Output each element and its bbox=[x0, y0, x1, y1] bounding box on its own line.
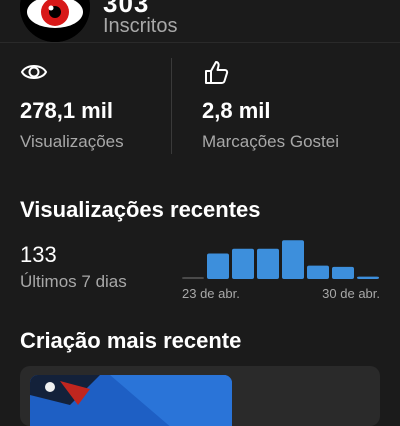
views-stat[interactable]: 278,1 mil Visualizações bbox=[20, 58, 124, 151]
channel-avatar[interactable] bbox=[20, 0, 90, 42]
thumbnail-image bbox=[30, 375, 232, 426]
chart-bar bbox=[182, 277, 204, 279]
likes-stat[interactable]: 2,8 mil Marcações Gostei bbox=[202, 58, 339, 151]
views-label: Visualizações bbox=[20, 132, 124, 151]
chart-bar bbox=[307, 265, 329, 279]
recent-views-chart[interactable]: 23 de abr. 30 de abr. bbox=[180, 232, 382, 304]
header-divider bbox=[0, 42, 400, 43]
subscriber-label: Inscritos bbox=[103, 15, 178, 37]
video-thumbnail[interactable] bbox=[30, 375, 232, 426]
thumbs-up-icon bbox=[205, 61, 229, 84]
stats-divider bbox=[171, 58, 172, 154]
recent-views-title[interactable]: Visualizações recentes bbox=[20, 197, 261, 223]
likes-label: Marcações Gostei bbox=[202, 132, 339, 151]
chart-bar bbox=[232, 248, 254, 279]
recent-views-count: 133 bbox=[20, 242, 57, 267]
recent-views-period: Últimos 7 dias bbox=[20, 272, 127, 291]
latest-creation-card[interactable] bbox=[20, 366, 380, 426]
chart-bar bbox=[332, 266, 354, 279]
chart-bar bbox=[207, 253, 229, 279]
chart-bar bbox=[257, 248, 279, 279]
red-eye-icon bbox=[20, 0, 90, 42]
chart-bar bbox=[357, 276, 379, 279]
chart-tick-label: 23 de abr. bbox=[182, 286, 240, 301]
chart-bar bbox=[282, 240, 304, 279]
chart-tick-label: 30 de abr. bbox=[322, 286, 380, 301]
views-value: 278,1 mil bbox=[20, 98, 113, 123]
eye-icon bbox=[20, 65, 48, 79]
likes-value: 2,8 mil bbox=[202, 98, 271, 123]
latest-creation-title[interactable]: Criação mais recente bbox=[20, 328, 241, 354]
